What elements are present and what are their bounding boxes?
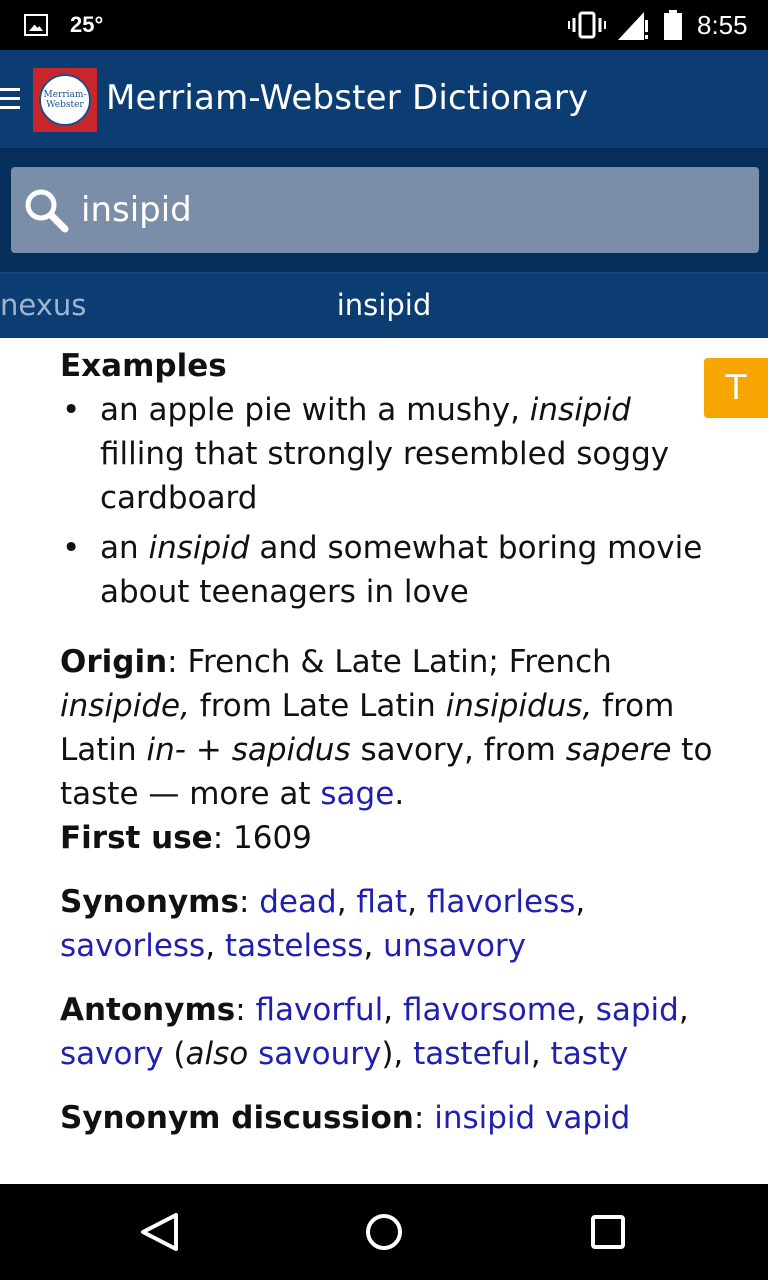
link-sage[interactable]: sage bbox=[320, 776, 394, 812]
signal-icon bbox=[618, 12, 648, 40]
search-icon bbox=[25, 189, 69, 233]
app-title: Merriam-Webster Dictionary bbox=[106, 78, 589, 118]
example-item: an apple pie with a mushy, insipid filli… bbox=[62, 388, 720, 520]
definition-content[interactable]: Examples an apple pie with a mushy, insi… bbox=[0, 338, 768, 1184]
synonym-discussion-paragraph: Synonym discussion: insipid vapid bbox=[60, 1100, 631, 1136]
antonym-link[interactable]: savoury bbox=[258, 1036, 381, 1072]
home-icon[interactable] bbox=[364, 1212, 404, 1252]
clock-text: 8:55 bbox=[697, 10, 748, 40]
battery-icon bbox=[664, 10, 682, 40]
search-input[interactable] bbox=[81, 187, 721, 233]
synonym-link[interactable]: unsavory bbox=[383, 928, 526, 964]
logo-text-line1: Merriam- bbox=[43, 90, 87, 100]
origin-paragraph: Origin: French & Late Latin; French insi… bbox=[60, 644, 713, 856]
example-item: an insipid and somewhat boring movie abo… bbox=[62, 526, 720, 614]
recent-apps-icon[interactable] bbox=[590, 1214, 626, 1250]
antonym-link[interactable]: tasty bbox=[551, 1036, 629, 1072]
system-nav-bar bbox=[0, 1184, 768, 1280]
antonym-link[interactable]: tasteful bbox=[413, 1036, 531, 1072]
search-area bbox=[0, 150, 768, 272]
menu-icon[interactable] bbox=[0, 88, 20, 112]
translate-button[interactable]: T bbox=[704, 358, 768, 418]
synonym-link[interactable]: tasteless bbox=[225, 928, 364, 964]
current-word: insipid bbox=[336, 288, 432, 322]
status-bar: 25° 8:55 bbox=[0, 0, 768, 50]
antonym-link[interactable]: flavorsome bbox=[403, 992, 576, 1028]
synonym-link[interactable]: savorless bbox=[60, 928, 205, 964]
search-box[interactable] bbox=[11, 167, 759, 253]
temperature-text: 25° bbox=[70, 12, 104, 37]
back-icon[interactable] bbox=[138, 1212, 182, 1252]
examples-list: an apple pie with a mushy, insipid filli… bbox=[60, 388, 720, 614]
examples-heading: Examples bbox=[60, 348, 227, 384]
word-navigation: nexus insipid bbox=[0, 272, 768, 338]
antonym-link[interactable]: savory bbox=[60, 1036, 164, 1072]
app-bar: Merriam- Webster Merriam-Webster Diction… bbox=[0, 50, 768, 150]
merriam-webster-logo[interactable]: Merriam- Webster bbox=[33, 68, 97, 132]
synonyms-paragraph: Synonyms: dead, flat, flavorless, savorl… bbox=[60, 884, 586, 964]
synonym-discussion-link[interactable]: insipid vapid bbox=[434, 1100, 630, 1136]
antonym-link[interactable]: flavorful bbox=[256, 992, 384, 1028]
antonym-link[interactable]: sapid bbox=[596, 992, 679, 1028]
synonym-link[interactable]: flavorless bbox=[427, 884, 576, 920]
image-notification-icon bbox=[24, 14, 48, 36]
synonym-link[interactable]: dead bbox=[259, 884, 336, 920]
vibrate-icon bbox=[568, 11, 606, 39]
synonym-link[interactable]: flat bbox=[356, 884, 407, 920]
logo-text-line2: Webster bbox=[46, 100, 84, 110]
antonyms-paragraph: Antonyms: flavorful, flavorsome, sapid, … bbox=[60, 992, 689, 1072]
